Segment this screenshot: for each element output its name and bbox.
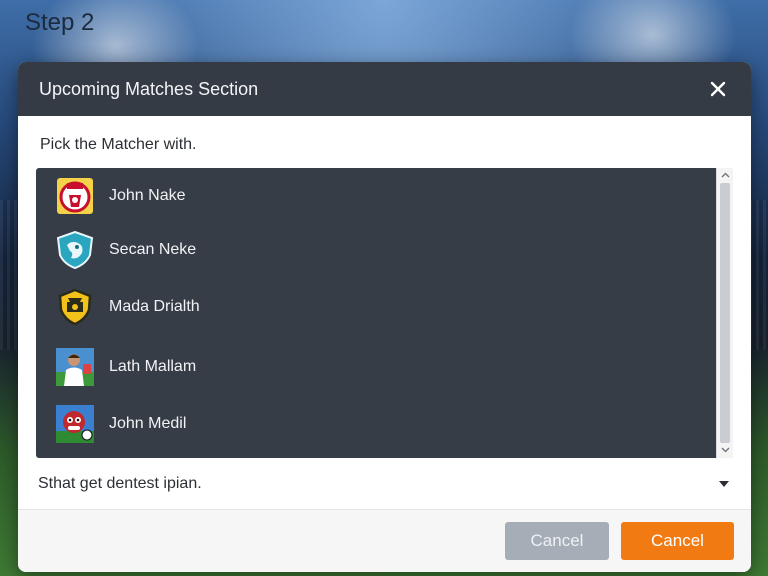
red-crest-logo-icon: [57, 178, 93, 214]
yellow-crest-logo-icon: [58, 288, 92, 326]
close-icon: [710, 81, 726, 97]
player-avatar-icon: [56, 348, 94, 386]
scroll-up-icon[interactable]: [721, 171, 730, 180]
list-item-mada-drialth[interactable]: Mada Drialth: [36, 281, 716, 333]
chevron-down-icon: [719, 481, 729, 487]
scroll-thumb[interactable]: [720, 183, 730, 443]
match-select[interactable]: Sthat get dentest ipian.: [18, 459, 751, 509]
step-title: Step 2: [25, 9, 95, 36]
select-value: Sthat get dentest ipian.: [38, 475, 202, 492]
list-item-john-medil[interactable]: John Medil: [36, 398, 716, 450]
list-item-label: John Nake: [109, 187, 186, 204]
list-item-john-nake[interactable]: John Nake: [36, 170, 716, 222]
prompt-text: Pick the Matcher with.: [40, 136, 197, 153]
cancel-button-primary[interactable]: Cancel: [621, 522, 734, 560]
matches-dialog: Upcoming Matches Section Pick the Matche…: [18, 62, 751, 572]
match-list: John Nake Secan Neke Mada Drialth Lath M…: [36, 168, 733, 458]
list-item-lath-mallam[interactable]: Lath Mallam: [36, 341, 716, 393]
list-item-label: Lath Mallam: [109, 358, 197, 375]
dialog-title: Upcoming Matches Section: [39, 78, 259, 99]
blue-crest-logo-icon: [56, 231, 94, 269]
mascot-avatar-icon: [56, 405, 94, 443]
list-item-label: John Medil: [109, 415, 187, 432]
list-item-label: Secan Neke: [109, 241, 197, 258]
cancel-button-secondary[interactable]: Cancel: [505, 522, 609, 560]
scroll-down-icon[interactable]: [721, 445, 730, 454]
list-scrollbar[interactable]: [716, 168, 733, 458]
dialog-footer: Cancel Cancel: [18, 509, 751, 572]
list-item-label: Mada Drialth: [109, 298, 200, 315]
close-button[interactable]: [705, 76, 731, 102]
dialog-header: Upcoming Matches Section: [18, 62, 751, 116]
list-item-secan-neke[interactable]: Secan Neke: [36, 224, 716, 276]
